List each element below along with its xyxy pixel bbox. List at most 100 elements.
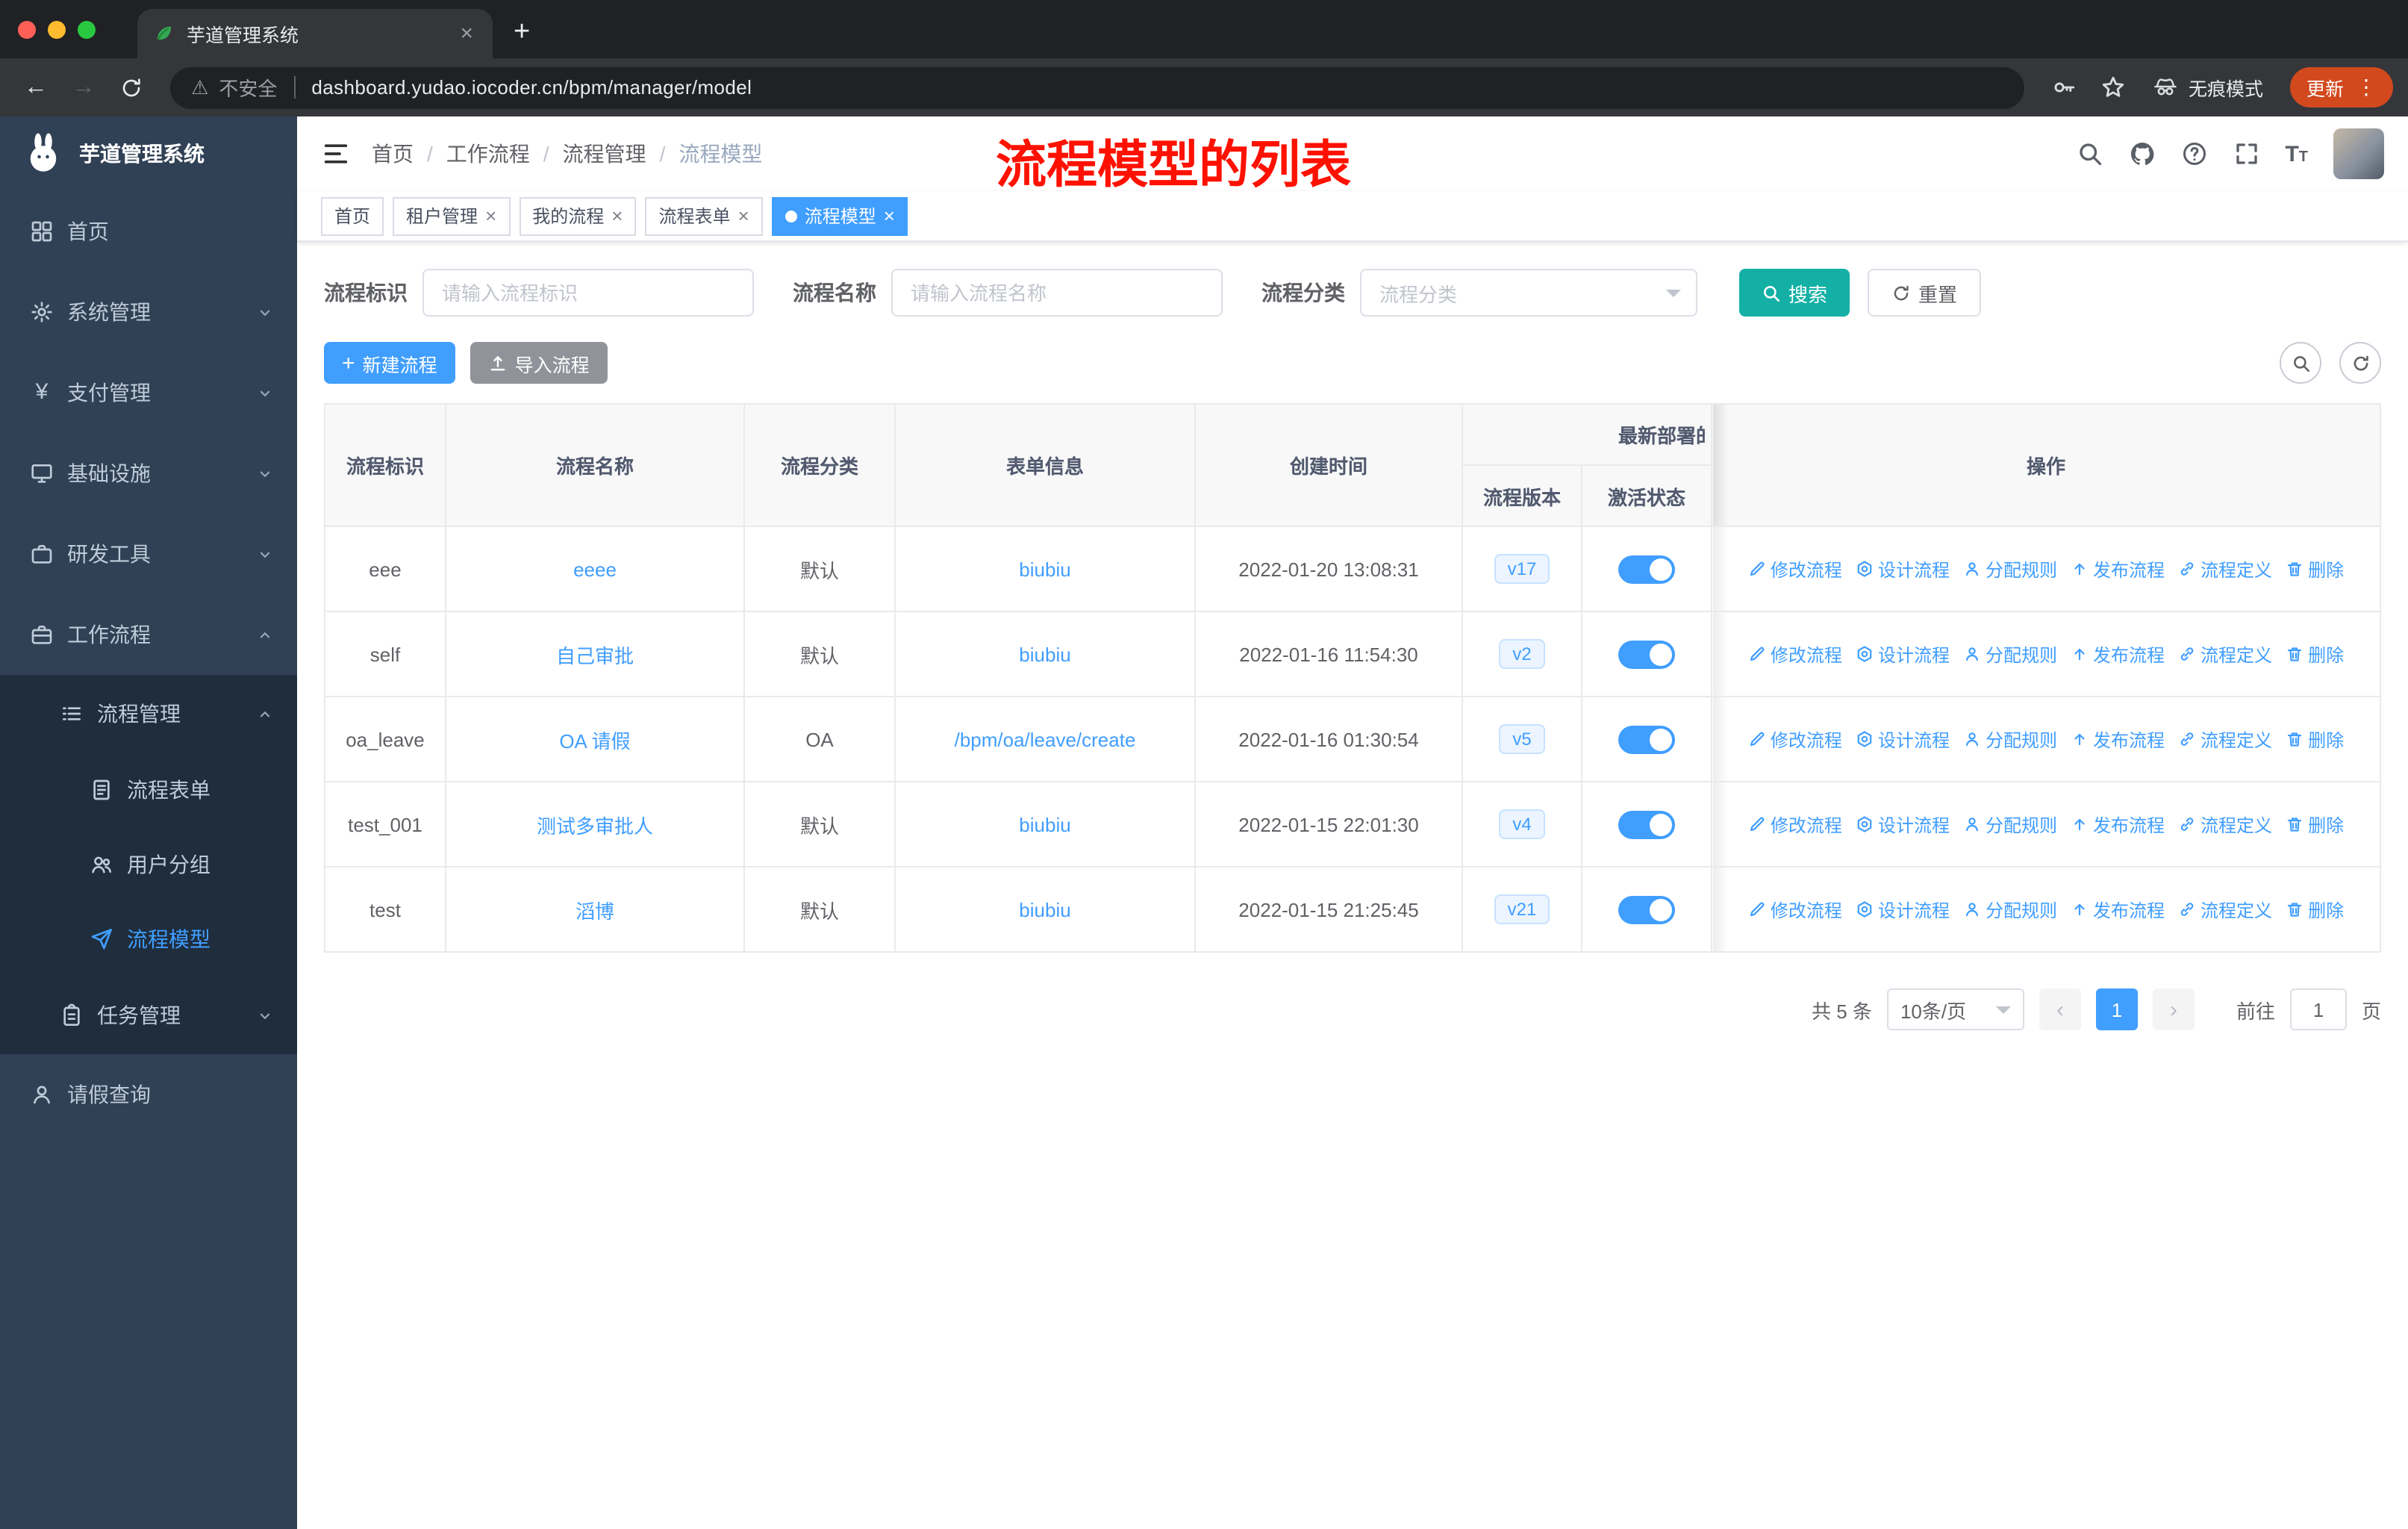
tag-my-process[interactable]: 我的流程 × [519,196,637,235]
assign-rule-link[interactable]: 分配规则 [1963,812,2057,837]
form-info-link[interactable]: biubiu [1019,898,1070,921]
delete-link[interactable]: 删除 [2286,641,2344,667]
publish-process-link[interactable]: 发布流程 [2071,726,2165,752]
process-name-link[interactable]: 测试多审批人 [537,815,653,837]
new-tab-button[interactable]: + [514,16,530,49]
publish-process-link[interactable]: 发布流程 [2071,556,2165,582]
sidebar-item-workflow[interactable]: 工作流程 [0,594,297,675]
assign-rule-link[interactable]: 分配规则 [1963,556,2057,582]
delete-link[interactable]: 删除 [2286,556,2344,582]
close-window-button[interactable] [18,20,36,38]
process-name-link[interactable]: 自己审批 [556,644,634,667]
modify-process-link[interactable]: 修改流程 [1748,641,1842,667]
publish-process-link[interactable]: 发布流程 [2071,812,2165,837]
assign-rule-link[interactable]: 分配规则 [1963,897,2057,922]
reload-icon[interactable] [110,66,152,108]
process-definition-link[interactable]: 流程定义 [2178,556,2272,582]
sidebar-item-payment-management[interactable]: ¥ 支付管理 [0,352,297,433]
process-name-input[interactable] [891,269,1223,317]
modify-process-link[interactable]: 修改流程 [1748,812,1842,837]
close-icon[interactable]: × [611,206,623,225]
design-process-link[interactable]: 设计流程 [1856,641,1950,667]
next-page-button[interactable]: › [2152,988,2195,1030]
browser-update-button[interactable]: 更新 ⋮ [2289,67,2393,108]
delete-link[interactable]: 删除 [2286,726,2344,752]
prev-page-button[interactable]: ‹ [2039,988,2081,1030]
sidebar-item-dev-tools[interactable]: 研发工具 [0,514,297,594]
design-process-link[interactable]: 设计流程 [1856,556,1950,582]
page-size-select[interactable]: 10条/页 [1886,988,2024,1030]
sidebar-item-process-form[interactable]: 流程表单 [0,753,297,827]
bookmark-star-icon[interactable] [2100,75,2126,100]
tag-tenant-management[interactable]: 租户管理 × [393,196,511,235]
active-toggle[interactable] [1618,895,1675,924]
forward-icon[interactable]: → [63,66,105,108]
modify-process-link[interactable]: 修改流程 [1748,726,1842,752]
back-icon[interactable]: ← [15,66,57,108]
process-id-input[interactable] [422,269,754,317]
sidebar-item-process-management[interactable]: 流程管理 [0,675,297,753]
page-number-button[interactable]: 1 [2095,988,2138,1030]
design-process-link[interactable]: 设计流程 [1856,726,1950,752]
question-icon[interactable] [2180,140,2207,167]
process-category-select[interactable]: 流程分类 [1360,269,1697,317]
sidebar-item-home[interactable]: 首页 [0,191,297,272]
active-toggle[interactable] [1618,640,1675,668]
search-button[interactable]: 搜索 [1739,269,1850,317]
process-definition-link[interactable]: 流程定义 [2178,897,2272,922]
form-info-link[interactable]: biubiu [1019,813,1070,835]
app-logo[interactable]: 芋道管理系统 [0,116,297,191]
tag-home[interactable]: 首页 [321,196,384,235]
assign-rule-link[interactable]: 分配规则 [1963,641,2057,667]
github-icon[interactable] [2128,140,2155,167]
refresh-table-button[interactable] [2339,342,2381,384]
design-process-link[interactable]: 设计流程 [1856,897,1950,922]
sidebar-item-process-model[interactable]: 流程模型 [0,902,297,977]
search-icon[interactable] [2076,140,2103,167]
create-process-button[interactable]: + 新建流程 [324,342,455,384]
tag-process-model[interactable]: 流程模型 × [771,196,908,235]
password-key-icon[interactable] [2051,75,2077,100]
active-toggle[interactable] [1618,810,1675,838]
minimize-window-button[interactable] [48,20,66,38]
breadcrumb-home[interactable]: 首页 [372,139,414,169]
active-toggle[interactable] [1618,555,1675,583]
sidebar-item-infrastructure[interactable]: 基础设施 [0,433,297,514]
fullscreen-icon[interactable] [2233,140,2259,167]
import-process-button[interactable]: 导入流程 [470,342,608,384]
modify-process-link[interactable]: 修改流程 [1748,556,1842,582]
address-bar[interactable]: ⚠ 不安全 dashboard.yudao.iocoder.cn/bpm/man… [170,66,2024,108]
delete-link[interactable]: 删除 [2286,897,2344,922]
process-name-link[interactable]: eeee [573,558,617,580]
active-toggle[interactable] [1618,725,1675,753]
tag-process-form[interactable]: 流程表单 × [645,196,763,235]
zoom-window-button[interactable] [78,20,96,38]
menu-kebab-icon[interactable]: ⋮ [2356,75,2377,100]
sidebar-item-task-management[interactable]: 任务管理 [0,977,297,1054]
publish-process-link[interactable]: 发布流程 [2071,641,2165,667]
process-name-link[interactable]: 滔博 [576,900,614,922]
goto-page-input[interactable] [2289,988,2347,1030]
assign-rule-link[interactable]: 分配规则 [1963,726,2057,752]
process-definition-link[interactable]: 流程定义 [2178,726,2272,752]
process-name-link[interactable]: OA 请假 [559,729,630,752]
toggle-search-button[interactable] [2280,342,2321,384]
close-icon[interactable]: × [884,206,895,225]
process-definition-link[interactable]: 流程定义 [2178,812,2272,837]
breadcrumb-workflow[interactable]: 工作流程 [446,139,530,169]
hamburger-icon[interactable] [321,139,351,169]
user-avatar[interactable] [2333,128,2384,179]
delete-link[interactable]: 删除 [2286,812,2344,837]
sidebar-item-user-group[interactable]: 用户分组 [0,827,297,902]
modify-process-link[interactable]: 修改流程 [1748,897,1842,922]
design-process-link[interactable]: 设计流程 [1856,812,1950,837]
sidebar-item-system-management[interactable]: 系统管理 [0,272,297,352]
close-tab-icon[interactable]: × [455,21,478,46]
form-info-link[interactable]: /bpm/oa/leave/create [955,728,1136,750]
reset-button[interactable]: 重置 [1868,269,1982,317]
browser-tab[interactable]: 芋道管理系统 × [137,9,493,58]
form-info-link[interactable]: biubiu [1019,643,1070,665]
process-definition-link[interactable]: 流程定义 [2178,641,2272,667]
publish-process-link[interactable]: 发布流程 [2071,897,2165,922]
font-size-icon[interactable]: TT [2285,141,2308,166]
